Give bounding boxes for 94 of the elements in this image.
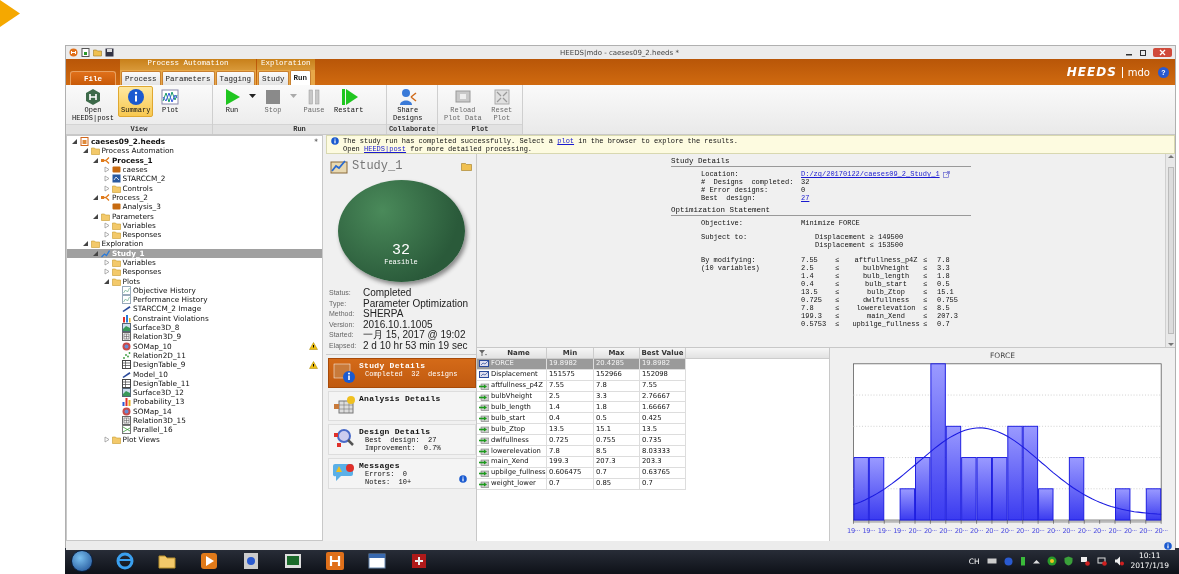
- shield-icon[interactable]: [1063, 556, 1073, 566]
- trend-chart-icon: [330, 158, 348, 174]
- chat-bubble-icon: [333, 461, 355, 483]
- triangle-marker-icon: [0, 0, 20, 27]
- info-icon: [331, 137, 339, 145]
- info-icon: [459, 475, 467, 483]
- close-button[interactable]: [1153, 48, 1172, 57]
- battery-icon[interactable]: [1019, 556, 1026, 566]
- magnifier-icon: [333, 427, 355, 449]
- info-icon: [126, 88, 145, 106]
- collapse-arrow-icon[interactable]: [81, 147, 89, 155]
- pause-icon: [305, 88, 323, 106]
- bar-chart-icon: [122, 313, 131, 323]
- globe-icon[interactable]: [1046, 556, 1057, 566]
- line-chart-icon: [122, 295, 131, 305]
- nav-card[interactable]: Analysis Details: [328, 391, 476, 421]
- histogram-bar: [1115, 488, 1131, 521]
- collapse-arrow-icon[interactable]: [102, 277, 110, 285]
- block-icon: [111, 202, 121, 212]
- app-icon: [325, 551, 345, 571]
- trend-line-icon: [101, 248, 110, 258]
- monitor-icon: [479, 370, 489, 379]
- play-icon: [199, 551, 219, 571]
- sphere-icon: [122, 406, 131, 416]
- restart-icon: [339, 88, 358, 106]
- terminal-icon: [283, 551, 303, 571]
- histogram-bar: [976, 457, 992, 521]
- close-icon: [1159, 49, 1166, 56]
- histogram-bar: [1145, 488, 1162, 521]
- maximize-icon[interactable]: [1139, 48, 1147, 57]
- info-icon: [1164, 541, 1172, 550]
- expand-icon: [492, 88, 511, 106]
- screen-icon: [453, 88, 472, 106]
- app-icon: [69, 48, 78, 57]
- table-gear-icon: [333, 394, 355, 416]
- study-title: Study_1: [352, 159, 404, 173]
- collapse-arrow-icon[interactable]: [92, 156, 99, 164]
- line-chart-icon: [122, 285, 131, 295]
- up-caret-icon[interactable]: [1032, 558, 1040, 564]
- nav-title: Study Details: [359, 361, 426, 370]
- stat-value: 2016.10.1.1005: [363, 319, 434, 330]
- folder-icon: [90, 146, 100, 156]
- folder-icon: [111, 183, 121, 193]
- scatter-icon: [122, 350, 131, 360]
- collapse-arrow-icon[interactable]: [81, 240, 89, 248]
- open-link-icon[interactable]: [942, 170, 950, 178]
- stat-value: SHERPA: [363, 309, 405, 320]
- surface-icon: [122, 323, 131, 333]
- new-file-icon[interactable]: [81, 48, 90, 57]
- histogram-bar: [853, 457, 869, 521]
- stop-icon: [264, 88, 282, 106]
- nav-title: Messages: [359, 461, 400, 470]
- stat-value: 一月 15, 2017 @ 19:02: [363, 330, 467, 341]
- folder-icon: [111, 434, 121, 444]
- save-icon[interactable]: [105, 48, 114, 57]
- collapse-arrow-icon[interactable]: [92, 212, 99, 220]
- histogram-bar: [1068, 457, 1085, 521]
- caret-icon[interactable]: [249, 94, 256, 99]
- histogram-bar: [868, 457, 885, 521]
- block-icon: [111, 165, 121, 175]
- histogram-icon: [122, 397, 131, 407]
- hexagon-icon: [84, 88, 102, 106]
- feasible-count: 32: [392, 244, 410, 258]
- surface-icon: [122, 388, 131, 398]
- cross-app-icon: [409, 551, 429, 571]
- scrollbar[interactable]: [1165, 154, 1175, 347]
- line-chart-icon: [161, 88, 180, 106]
- grid-icon: [122, 416, 131, 426]
- app-logo: HEEDS mdo: [1066, 65, 1150, 79]
- nav-title: Analysis Details: [359, 394, 441, 403]
- share-icon: [398, 88, 417, 106]
- flow-icon: [101, 192, 110, 202]
- collapse-arrow-icon[interactable]: [92, 193, 99, 201]
- speaker-icon[interactable]: [1113, 556, 1124, 566]
- table-icon: [122, 378, 131, 388]
- window-icon: [367, 551, 387, 571]
- start-button[interactable]: [71, 550, 93, 572]
- grid-icon: [122, 332, 131, 342]
- stat-value: 2 d 10 hr 53 min 19 sec: [363, 340, 469, 351]
- monitor-icon: [479, 359, 489, 368]
- book-info-icon: [333, 361, 355, 383]
- filter-icon[interactable]: [479, 349, 487, 356]
- nav-title: Design Details: [359, 427, 431, 436]
- browser-icon: [115, 551, 135, 571]
- stat-value: Completed: [363, 288, 413, 299]
- collapse-arrow-icon[interactable]: [71, 138, 78, 146]
- sphere-icon: [122, 341, 131, 351]
- parallel-plot-icon: [122, 425, 131, 435]
- flow-icon: [101, 155, 110, 165]
- stat-value: Parameter Optimization: [363, 298, 470, 309]
- play-icon: [223, 88, 241, 106]
- keyboard-icon[interactable]: [986, 557, 997, 565]
- table-icon: [122, 360, 131, 370]
- solver-icon: [111, 174, 121, 184]
